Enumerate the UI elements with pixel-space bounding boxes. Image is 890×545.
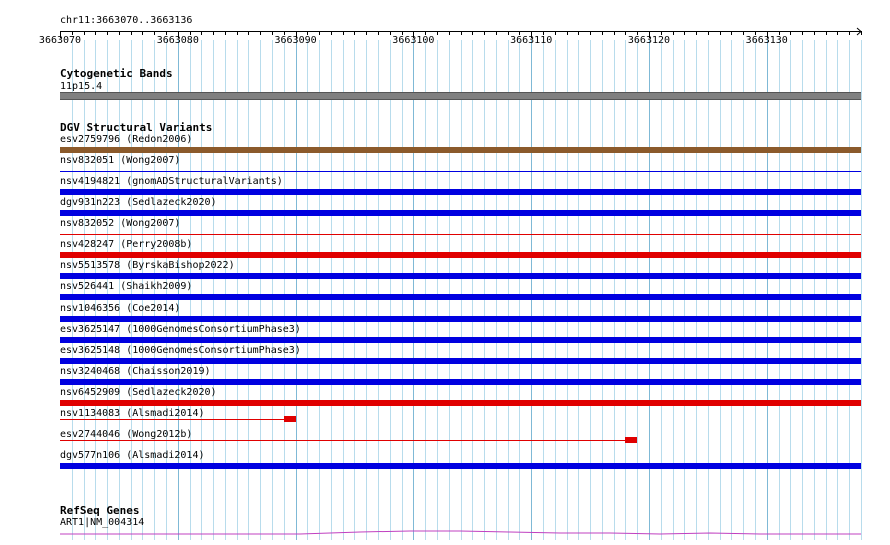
dgv-feature-bar[interactable] xyxy=(60,357,861,364)
cytoband-label[interactable]: 11p15.4 xyxy=(60,81,102,92)
dgv-feature-label[interactable]: nsv428247 (Perry2008b) xyxy=(60,239,192,250)
dgv-feature-label[interactable]: esv2744046 (Wong2012b) xyxy=(60,429,192,440)
ruler-tick-label: 3663120 xyxy=(627,35,671,46)
dgv-feature-label[interactable]: nsv526441 (Shaikh2009) xyxy=(60,281,192,292)
dgv-feature-bar[interactable] xyxy=(60,463,861,470)
dgv-feature-label[interactable]: dgv577n106 (Alsmadi2014) xyxy=(60,450,205,461)
dgv-feature-bar[interactable] xyxy=(60,315,861,322)
cytoband-bar[interactable] xyxy=(60,92,861,100)
dgv-track-title: DGV Structural Variants xyxy=(60,121,213,134)
dgv-feature-line[interactable] xyxy=(60,171,861,173)
dgv-feature-bar[interactable] xyxy=(60,399,861,406)
dgv-feature-bar[interactable] xyxy=(60,189,861,196)
ruler-tick-label: 3663130 xyxy=(745,35,788,46)
dgv-feature-line[interactable] xyxy=(60,439,626,441)
dgv-feature-label[interactable]: dgv931n223 (Sedlazeck2020) xyxy=(60,197,217,208)
dgv-feature-label[interactable]: nsv832051 (Wong2007) xyxy=(60,155,180,166)
dgv-feature-label[interactable]: esv3625148 (1000GenomesConsortiumPhase3) xyxy=(60,345,301,356)
dgv-feature-line[interactable] xyxy=(60,418,284,420)
dgv-feature-bar[interactable] xyxy=(60,378,861,385)
position-label: chr11:3663070..3663136 xyxy=(60,15,193,26)
dgv-feature-line[interactable] xyxy=(60,234,861,236)
dgv-feature-label[interactable]: nsv6452909 (Sedlazeck2020) xyxy=(60,387,217,398)
dgv-feature-label[interactable]: nsv3240468 (Chaisson2019) xyxy=(60,366,211,377)
dgv-feature-block[interactable] xyxy=(283,415,296,422)
dgv-feature-label[interactable]: esv2759796 (Redon2006) xyxy=(60,134,192,145)
dgv-feature-bar[interactable] xyxy=(60,273,861,280)
ruler-tick-label: 3663110 xyxy=(510,35,553,46)
refseq-gene-line xyxy=(60,530,861,535)
dgv-feature-label[interactable]: nsv4194821 (gnomADStructuralVariants) xyxy=(60,176,283,187)
dgv-feature-label[interactable]: nsv1134083 (Alsmadi2014) xyxy=(60,408,205,419)
dgv-feature-label[interactable]: esv3625147 (1000GenomesConsortiumPhase3) xyxy=(60,324,301,335)
ruler-tick-label: 3663100 xyxy=(392,35,435,46)
dgv-feature-bar[interactable] xyxy=(60,294,861,301)
ruler-tick-label: 3663080 xyxy=(156,35,199,46)
dgv-feature-label[interactable]: nsv832052 (Wong2007) xyxy=(60,218,180,229)
dgv-feature-bar[interactable] xyxy=(60,336,861,343)
dgv-feature-label[interactable]: nsv1046356 (Coe2014) xyxy=(60,303,180,314)
dgv-feature-bar[interactable] xyxy=(60,147,861,153)
refseq-gene-model[interactable] xyxy=(0,525,890,537)
refseq-track-title: RefSeq Genes xyxy=(60,504,140,517)
cytoband-track-title: Cytogenetic Bands xyxy=(60,67,173,80)
ruler-tick-label: 3663090 xyxy=(274,35,317,46)
dgv-feature-block[interactable] xyxy=(625,436,638,443)
dgv-feature-label[interactable]: nsv5513578 (ByrskaBishop2022) xyxy=(60,260,235,271)
dgv-feature-bar[interactable] xyxy=(60,210,861,217)
dgv-feature-bar[interactable] xyxy=(60,252,861,259)
ruler-tick-label: 3663070 xyxy=(38,35,82,46)
